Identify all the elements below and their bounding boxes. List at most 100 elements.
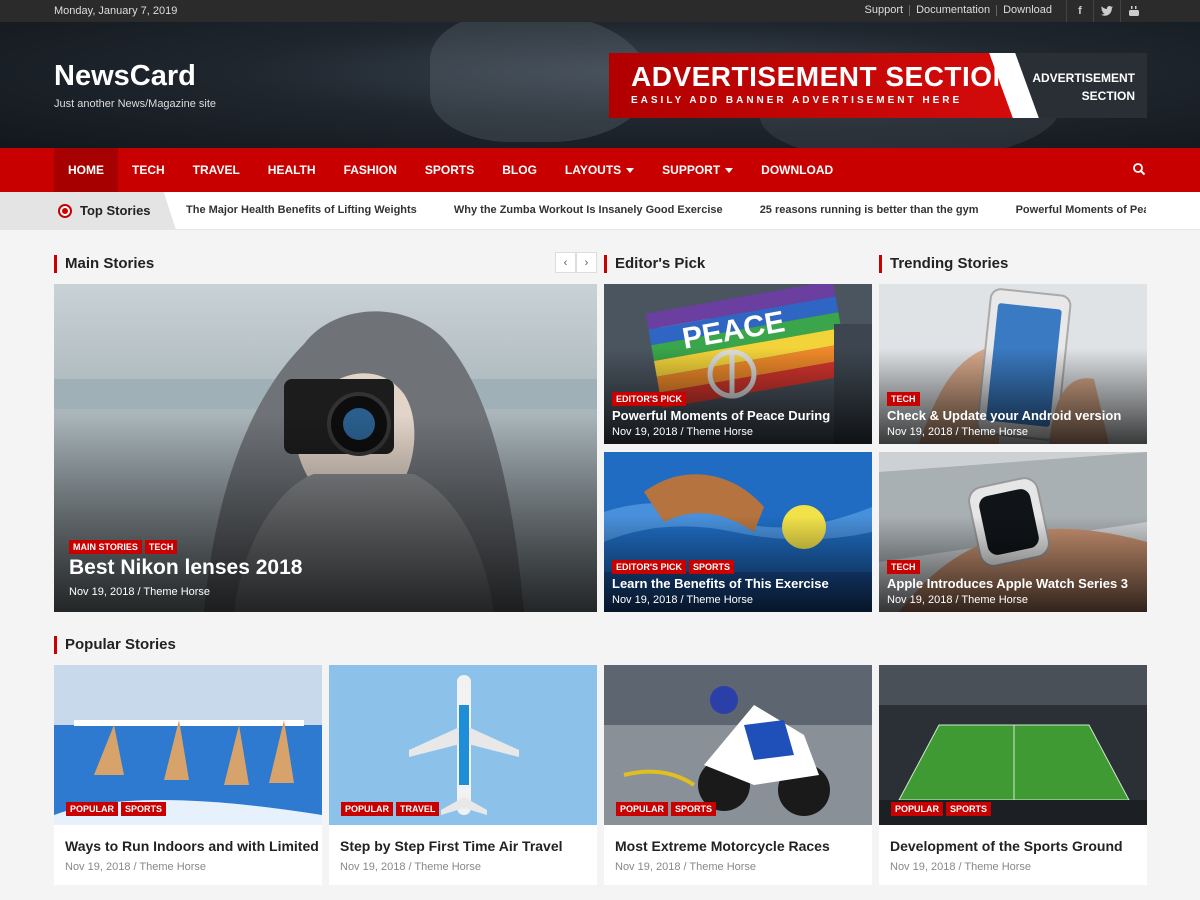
- category-tag[interactable]: TECH: [144, 540, 178, 554]
- trending-story-card[interactable]: TECH Check & Update your Android version…: [879, 284, 1147, 444]
- section-title-trending-stories: Trending Stories: [879, 255, 1008, 273]
- main-story-card[interactable]: MAIN STORIES TECH Best Nikon lenses 2018…: [54, 284, 597, 612]
- story-meta: Nov 19, 2018 / Theme Horse: [65, 861, 207, 873]
- nav-item-support[interactable]: SUPPORT: [648, 148, 747, 192]
- nav-item-fashion[interactable]: FASHION: [330, 148, 411, 192]
- current-date: Monday, January 7, 2019: [54, 5, 178, 17]
- nav-item-label: TRAVEL: [192, 163, 240, 177]
- story-title[interactable]: Ways to Run Indoors and with Limited: [65, 838, 319, 854]
- site-description: Just another News/Magazine site: [54, 98, 217, 110]
- editors-pick-card[interactable]: EDITOR'S PICK SPORTS Learn the Benefits …: [604, 452, 872, 612]
- section-title-editors-pick: Editor's Pick: [604, 255, 705, 273]
- story-meta: Nov 19, 2018 / Theme Horse: [887, 594, 1029, 606]
- nav-item-label: HOME: [68, 163, 104, 177]
- popular-story-card[interactable]: POPULAR TRAVEL Step by Step First Time A…: [329, 665, 597, 885]
- download-link[interactable]: Download: [996, 5, 1058, 16]
- nav-item-blog[interactable]: BLOG: [488, 148, 551, 192]
- category-tag[interactable]: EDITOR'S PICK: [612, 560, 686, 574]
- category-tag[interactable]: TRAVEL: [396, 802, 440, 816]
- category-tag[interactable]: SPORTS: [121, 802, 167, 816]
- ad-side-label: ADVERTISEMENT SECTION: [1032, 69, 1135, 105]
- support-link[interactable]: Support: [859, 5, 910, 16]
- story-tags: TECH: [887, 560, 920, 574]
- ticker-item[interactable]: 25 reasons running is better than the gy…: [760, 204, 979, 216]
- facebook-icon[interactable]: f: [1066, 0, 1093, 22]
- category-tag[interactable]: TECH: [887, 392, 920, 406]
- slider-arrows: ‹ ›: [555, 252, 597, 273]
- nav-item-home[interactable]: HOME: [54, 148, 118, 192]
- nav-item-health[interactable]: HEALTH: [254, 148, 330, 192]
- nav-item-travel[interactable]: TRAVEL: [179, 148, 254, 192]
- story-title[interactable]: Step by Step First Time Air Travel: [340, 838, 563, 854]
- top-bar: Monday, January 7, 2019 Support Document…: [0, 0, 1200, 22]
- nav-item-download[interactable]: DOWNLOAD: [747, 148, 847, 192]
- story-title[interactable]: Check & Update your Android version: [887, 408, 1143, 423]
- story-meta: Nov 19, 2018 / Theme Horse: [612, 426, 754, 438]
- live-record-icon: [58, 204, 72, 218]
- stadium-image: [879, 665, 1147, 825]
- nav-item-label: SUPPORT: [662, 163, 721, 177]
- hurdles-illustration: [54, 665, 322, 825]
- story-tags: TECH: [887, 392, 920, 406]
- ticker-news-list: The Major Health Benefits of Lifting Wei…: [186, 204, 1146, 216]
- category-tag[interactable]: EDITOR'S PICK: [612, 392, 686, 406]
- hurdles-image: [54, 665, 322, 825]
- category-tag[interactable]: TECH: [887, 560, 920, 574]
- site-title[interactable]: NewsCard: [54, 60, 196, 93]
- chevron-left-icon[interactable]: ‹: [555, 252, 576, 273]
- trending-story-card[interactable]: TECH Apple Introduces Apple Watch Series…: [879, 452, 1147, 612]
- nav-item-label: SPORTS: [424, 163, 475, 177]
- nav-item-label: BLOG: [502, 163, 537, 177]
- ticker-item[interactable]: Why the Zumba Workout Is Insanely Good E…: [454, 204, 723, 216]
- image-overlay: [54, 415, 597, 612]
- category-tag[interactable]: POPULAR: [891, 802, 944, 816]
- category-tag[interactable]: SPORTS: [946, 802, 992, 816]
- story-meta: Nov 19, 2018 / Theme Horse: [887, 426, 1029, 438]
- nav-item-sports[interactable]: SPORTS: [411, 148, 488, 192]
- documentation-link[interactable]: Documentation: [909, 5, 996, 16]
- motorcycle-image: [604, 665, 872, 825]
- popular-story-card[interactable]: POPULAR SPORTS Development of the Sports…: [879, 665, 1147, 885]
- story-title[interactable]: Apple Introduces Apple Watch Series 3: [887, 576, 1143, 591]
- ad-title: ADVERTISEMENT SECTION: [631, 61, 1014, 92]
- story-title[interactable]: Best Nikon lenses 2018: [69, 556, 302, 580]
- search-icon[interactable]: [1132, 162, 1146, 176]
- category-tag[interactable]: MAIN STORIES: [69, 540, 142, 554]
- airplane-image: [329, 665, 597, 825]
- airplane-illustration: [329, 665, 597, 825]
- social-links: f: [1066, 0, 1147, 22]
- story-title[interactable]: Development of the Sports Ground: [890, 838, 1123, 854]
- category-tag[interactable]: SPORTS: [688, 560, 734, 574]
- nav-item-label: LAYOUTS: [564, 163, 622, 177]
- top-links: Support Documentation Download: [859, 5, 1058, 16]
- story-title[interactable]: Learn the Benefits of This Exercise: [612, 576, 868, 591]
- stadium-illustration: [879, 665, 1147, 825]
- nav-item-label: DOWNLOAD: [761, 163, 834, 177]
- editors-pick-card[interactable]: PEACE EDITOR'S PICK Powerful Moments of …: [604, 284, 872, 444]
- motorcycle-illustration: [604, 665, 872, 825]
- story-tags: POPULAR SPORTS: [891, 802, 992, 816]
- nav-item-layouts[interactable]: LAYOUTS: [551, 148, 648, 192]
- story-meta: Nov 19, 2018 / Theme Horse: [340, 861, 482, 873]
- ticker-item[interactable]: Powerful Moments of Peace During: [1016, 204, 1146, 216]
- section-title-main-stories: Main Stories: [54, 255, 154, 273]
- category-tag[interactable]: POPULAR: [341, 802, 394, 816]
- category-tag[interactable]: POPULAR: [66, 802, 119, 816]
- nav-item-tech[interactable]: TECH: [118, 148, 179, 192]
- youtube-icon[interactable]: [1120, 0, 1147, 22]
- advertisement-banner[interactable]: ADVERTISEMENT SECTION EASILY ADD BANNER …: [609, 53, 1147, 118]
- chevron-right-icon[interactable]: ›: [576, 252, 597, 273]
- story-tags: POPULAR TRAVEL: [341, 802, 440, 816]
- popular-story-card[interactable]: POPULAR SPORTS Ways to Run Indoors and w…: [54, 665, 322, 885]
- story-title[interactable]: Powerful Moments of Peace During: [612, 408, 868, 423]
- top-stories-ticker: Top Stories The Major Health Benefits of…: [0, 192, 1200, 230]
- twitter-icon[interactable]: [1093, 0, 1120, 22]
- ad-subtitle: EASILY ADD BANNER ADVERTISEMENT HERE: [631, 95, 963, 106]
- chevron-down-icon: [626, 167, 635, 173]
- category-tag[interactable]: SPORTS: [671, 802, 717, 816]
- ticker-item[interactable]: The Major Health Benefits of Lifting Wei…: [186, 204, 417, 216]
- popular-story-card[interactable]: POPULAR SPORTS Most Extreme Motorcycle R…: [604, 665, 872, 885]
- story-title[interactable]: Most Extreme Motorcycle Races: [615, 838, 830, 854]
- category-tag[interactable]: POPULAR: [616, 802, 669, 816]
- story-tags: POPULAR SPORTS: [616, 802, 717, 816]
